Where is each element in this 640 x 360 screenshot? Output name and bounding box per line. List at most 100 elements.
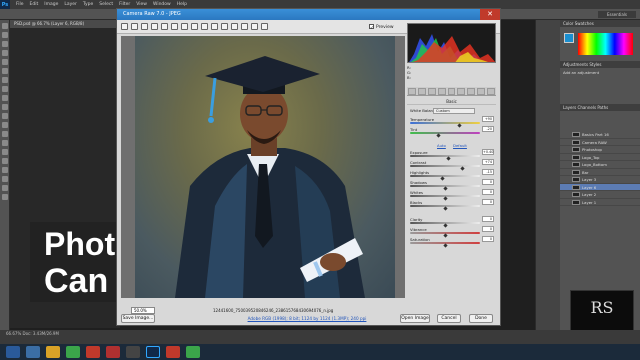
white-balance-select[interactable]: Custom [433, 108, 475, 114]
highlights-value-field[interactable]: -15 [482, 169, 494, 175]
camera-calibration-tab-icon[interactable] [477, 88, 486, 95]
tab-channels[interactable]: Channels [578, 105, 597, 110]
temperature-value-field[interactable]: +90 [482, 116, 494, 122]
pen-tool-icon[interactable] [2, 149, 8, 155]
menu-window[interactable]: Window [153, 2, 171, 7]
save-image-button[interactable]: Save Image... [121, 314, 155, 323]
dialog-title-bar[interactable]: Camera Raw 7.0 - JPEG [117, 9, 500, 20]
rotate-left-icon[interactable] [251, 23, 258, 30]
adjustment-brush-icon[interactable] [211, 23, 218, 30]
marquee-tool-icon[interactable] [2, 32, 8, 38]
tone-curve-tab-icon[interactable] [417, 88, 426, 95]
tab-adjustments[interactable]: Adjustments [563, 62, 588, 67]
close-icon[interactable]: ✕ [480, 9, 500, 20]
menu-help[interactable]: Help [177, 2, 187, 7]
color-spectrum[interactable] [578, 33, 633, 55]
menu-layer[interactable]: Layer [64, 2, 77, 7]
menu-select[interactable]: Select [99, 2, 113, 7]
workflow-options-link[interactable]: Adobe RGB (1998); 8 bit; 1124 by 1124 (1… [247, 316, 367, 321]
foreground-color-swatch[interactable] [564, 33, 574, 43]
color-swatches-tabs[interactable]: Color Swatches [560, 20, 640, 27]
hand-tool-icon[interactable] [2, 185, 8, 191]
layer-row[interactable]: Layer 1 [560, 199, 640, 206]
graduated-filter-icon[interactable] [221, 23, 228, 30]
contrast-value-field[interactable]: +74 [482, 159, 494, 165]
crop-tool-icon[interactable] [2, 59, 8, 65]
tint-value-field[interactable]: -20 [482, 126, 494, 132]
gradient-tool-icon[interactable] [2, 122, 8, 128]
straighten-tool-icon[interactable] [181, 23, 188, 30]
hand-tool-icon[interactable] [131, 23, 138, 30]
tab-color[interactable]: Color [563, 21, 573, 26]
spot-removal-tool-icon[interactable] [191, 23, 198, 30]
dodge-tool-icon[interactable] [2, 140, 8, 146]
app-taskbar-icon[interactable] [166, 346, 180, 358]
tint-slider[interactable] [410, 132, 480, 134]
history-brush-tool-icon[interactable] [2, 104, 8, 110]
eyedropper-tool-icon[interactable] [2, 68, 8, 74]
lens-tab-icon[interactable] [457, 88, 466, 95]
stamp-tool-icon[interactable] [2, 95, 8, 101]
menu-edit[interactable]: Edit [30, 2, 39, 7]
tab-paths[interactable]: Paths [597, 105, 608, 110]
document-tab[interactable]: PSD.psd @ 66.7% (Layer 6, RGB/8) [10, 20, 120, 28]
layer-row[interactable]: Camera RAW [560, 139, 640, 146]
layer-row[interactable]: Logo_Top [560, 154, 640, 161]
layer-row[interactable]: Bar [560, 169, 640, 176]
lasso-tool-icon[interactable] [2, 41, 8, 47]
layer-row[interactable]: Photoshop [560, 146, 640, 154]
split-toning-tab-icon[interactable] [447, 88, 456, 95]
layer-row[interactable]: Layer 2 [560, 191, 640, 199]
brush-tool-icon[interactable] [2, 86, 8, 92]
tab-layers[interactable]: Layers [563, 105, 576, 110]
open-image-button[interactable]: Open Image [400, 314, 430, 323]
blacks-slider-thumb[interactable] [442, 205, 448, 211]
app-taskbar-icon[interactable] [126, 346, 140, 358]
hsl-tab-icon[interactable] [437, 88, 446, 95]
shape-tool-icon[interactable] [2, 176, 8, 182]
auto-link[interactable]: Auto [437, 143, 446, 148]
contrast-slider[interactable] [410, 165, 480, 167]
temperature-slider[interactable] [410, 122, 480, 124]
presets-tab-icon[interactable] [487, 88, 496, 95]
exposure-slider[interactable] [410, 155, 480, 157]
layer-row-selected[interactable]: Layer 6 [560, 183, 640, 191]
app-taskbar-icon[interactable] [86, 346, 100, 358]
menu-file[interactable]: File [16, 2, 24, 7]
tint-slider-thumb[interactable] [435, 132, 441, 138]
preferences-icon[interactable] [241, 23, 248, 30]
radial-filter-icon[interactable] [231, 23, 238, 30]
cancel-button[interactable]: Cancel [437, 314, 461, 323]
highlights-slider[interactable] [410, 175, 480, 177]
explorer-taskbar-icon[interactable] [26, 346, 40, 358]
shadows-value-field[interactable]: 0 [482, 179, 494, 185]
acrobat-taskbar-icon[interactable] [106, 346, 120, 358]
workspace-selector[interactable]: Essentials [598, 11, 636, 18]
layer-row[interactable]: Logo_Bottom [560, 161, 640, 169]
healing-tool-icon[interactable] [2, 77, 8, 83]
whites-value-field[interactable]: 0 [482, 189, 494, 195]
default-link[interactable]: Default [453, 143, 467, 148]
rotate-right-icon[interactable] [261, 23, 268, 30]
preview-toggle[interactable]: ✓ Preview [369, 24, 403, 32]
white-balance-tool-icon[interactable] [141, 23, 148, 30]
detail-tab-icon[interactable] [427, 88, 436, 95]
effects-tab-icon[interactable] [467, 88, 476, 95]
menu-view[interactable]: View [136, 2, 147, 7]
app-taskbar-icon[interactable] [186, 346, 200, 358]
layer-row[interactable]: Layer 3 [560, 176, 640, 184]
exposure-value-field[interactable]: +0.40 [482, 149, 494, 155]
zoom-level-field[interactable]: 50.0% [131, 307, 155, 314]
menu-filter[interactable]: Filter [119, 2, 130, 7]
red-eye-tool-icon[interactable] [201, 23, 208, 30]
move-tool-icon[interactable] [2, 23, 8, 29]
done-button[interactable]: Done [469, 314, 493, 323]
crop-tool-icon[interactable] [171, 23, 178, 30]
tab-swatches[interactable]: Swatches [575, 21, 594, 26]
zoom-tool-icon[interactable] [2, 194, 8, 200]
preview-checkbox[interactable]: ✓ [369, 24, 374, 31]
start-button-icon[interactable] [6, 346, 20, 358]
zoom-tool-icon[interactable] [121, 23, 128, 30]
adjustments-styles-tabs[interactable]: Adjustments Styles [560, 61, 640, 68]
tab-styles[interactable]: Styles [589, 62, 601, 67]
